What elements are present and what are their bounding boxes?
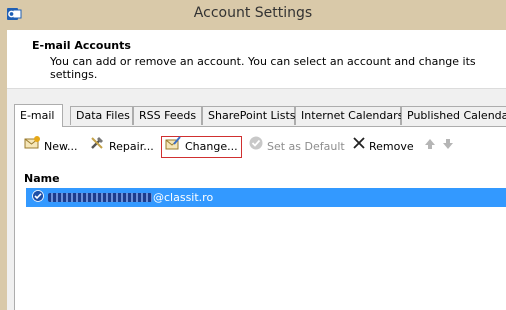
- move-down-button[interactable]: [442, 136, 454, 158]
- default-account-check-icon: [32, 190, 44, 205]
- account-row[interactable]: @classit.ro: [26, 188, 506, 207]
- remove-x-icon: [352, 136, 366, 158]
- new-button-label: New...: [44, 140, 78, 153]
- change-settings-icon: [165, 135, 182, 159]
- set-as-default-label: Set as Default: [267, 140, 345, 153]
- window-title: Account Settings: [193, 5, 313, 21]
- tab-rss-feeds[interactable]: RSS Feeds: [133, 106, 202, 125]
- account-toolbar: New... Repair... Change... Set as Defaul…: [15, 127, 506, 158]
- tab-sharepoint-lists[interactable]: SharePoint Lists: [202, 106, 296, 125]
- dialog-body: E-mail Accounts You can add or remove an…: [7, 30, 506, 310]
- tab-published-calendars[interactable]: Published Calendars: [401, 106, 506, 125]
- column-header-name[interactable]: Name: [24, 170, 504, 188]
- set-as-default-button[interactable]: Set as Default: [248, 136, 345, 158]
- arrow-down-icon: [442, 136, 454, 158]
- tab-email[interactable]: E-mail: [14, 104, 63, 127]
- section-title: E-mail Accounts: [32, 39, 131, 52]
- title-bar: Account Settings: [0, 0, 506, 30]
- window-frame-edge: [0, 30, 7, 310]
- header-panel: E-mail Accounts You can add or remove an…: [7, 30, 506, 89]
- repair-button-label: Repair...: [109, 140, 154, 153]
- change-button-label: Change...: [185, 140, 238, 153]
- move-up-button[interactable]: [424, 136, 436, 158]
- change-button[interactable]: Change...: [161, 136, 242, 158]
- tab-internet-calendars[interactable]: Internet Calendars: [295, 106, 403, 125]
- new-account-icon: [24, 135, 41, 159]
- tab-strip: E-mail Data Files RSS Feeds SharePoint L…: [14, 104, 506, 127]
- new-button[interactable]: New...: [24, 136, 77, 158]
- remove-button-label: Remove: [369, 140, 414, 153]
- remove-button[interactable]: Remove: [352, 136, 414, 158]
- arrow-up-icon: [424, 136, 436, 158]
- account-email-domain: @classit.ro: [153, 191, 214, 204]
- redacted-email-username: [48, 193, 152, 202]
- repair-tools-icon: [89, 135, 106, 159]
- tab-data-files[interactable]: Data Files: [70, 106, 133, 125]
- section-description: You can add or remove an account. You ca…: [50, 55, 476, 81]
- tab-content-email: New... Repair... Change... Set as Defaul…: [14, 126, 506, 310]
- repair-button[interactable]: Repair...: [89, 136, 154, 158]
- checkmark-circle-icon: [248, 135, 264, 159]
